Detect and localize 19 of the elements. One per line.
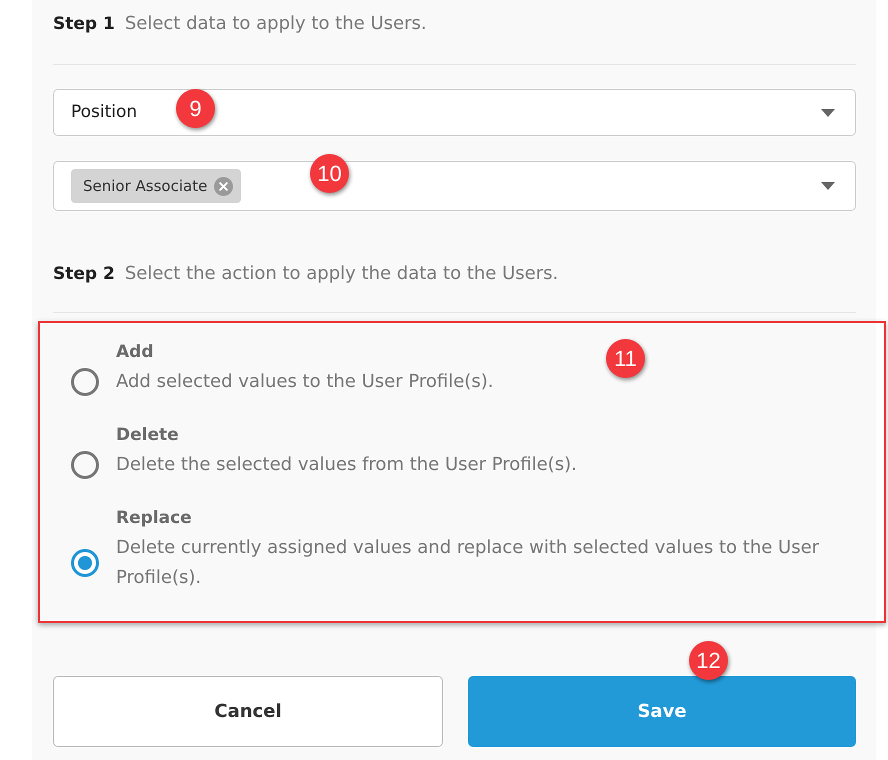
step-description: Select data to apply to the Users.: [124, 12, 427, 36]
step-label: Step 2: [53, 263, 115, 286]
radio-button[interactable]: [71, 368, 99, 396]
chip-label: Senior Associate: [83, 176, 208, 197]
remove-chip-icon[interactable]: [214, 176, 234, 196]
dropdown-caret-icon: [821, 182, 835, 190]
option-title: Add: [116, 341, 154, 364]
option-description: Delete the selected values from the User Profile(s).: [116, 453, 578, 477]
step-label: Step 1: [53, 13, 115, 36]
dropdown-caret-icon: [821, 108, 835, 116]
step-description: Select the action to apply the data to the Users.: [124, 262, 558, 286]
radio-button[interactable]: [71, 549, 99, 577]
option-title: Delete: [116, 424, 179, 447]
cancel-button[interactable]: Cancel: [53, 676, 443, 747]
radio-button[interactable]: [71, 451, 99, 479]
option-title: Replace: [116, 507, 192, 530]
select-value: Position: [71, 100, 138, 124]
option-description: Delete currently assigned values and replace with selected values to the User Profile(s).: [116, 536, 820, 590]
option-description: Add selected values to the User Profile(s).: [116, 370, 494, 394]
